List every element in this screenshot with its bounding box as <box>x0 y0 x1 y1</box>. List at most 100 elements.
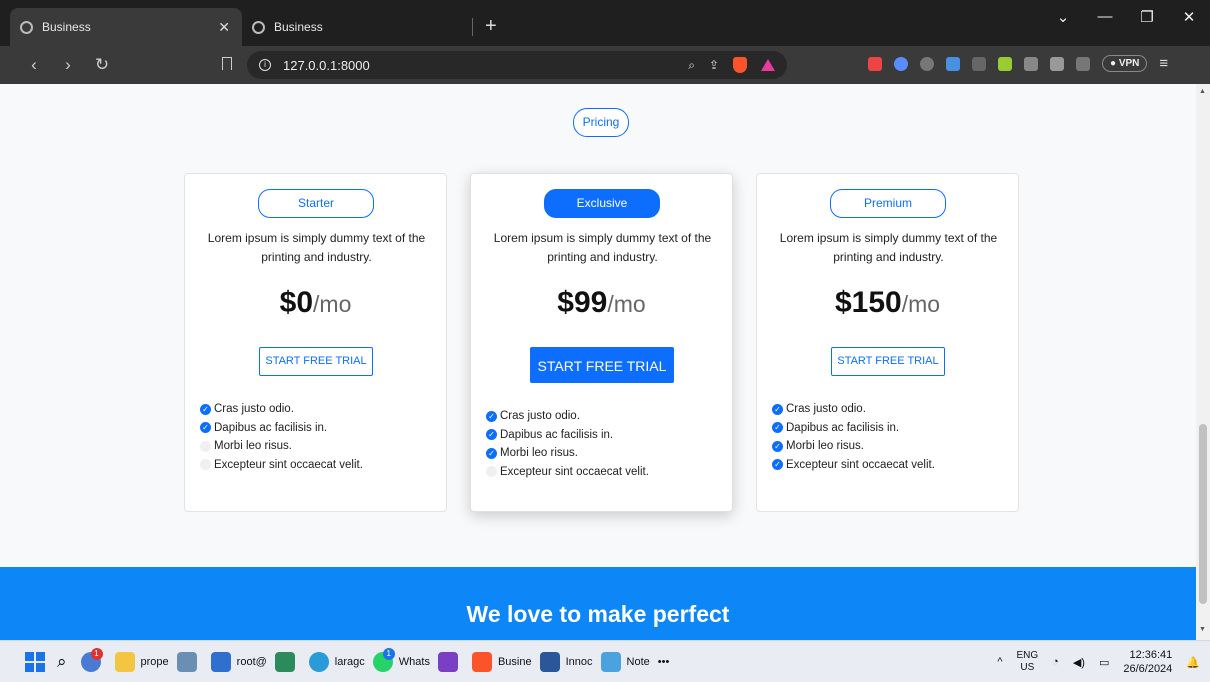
start-trial-button[interactable]: START FREE TRIAL <box>530 347 674 383</box>
extension-icon[interactable] <box>998 56 1012 71</box>
brave-rewards-icon[interactable] <box>761 59 775 71</box>
bookmark-icon[interactable] <box>222 57 232 70</box>
start-trial-button[interactable]: START FREE TRIAL <box>259 347 373 376</box>
taskbar-item-laragon[interactable]: laragc <box>308 651 365 672</box>
restore-button[interactable]: ❐ <box>1126 8 1168 26</box>
sidebar-icon[interactable] <box>1050 56 1064 71</box>
tab-divider <box>472 18 473 36</box>
extension-icon[interactable] <box>946 56 960 71</box>
url-text: 127.0.0.1:8000 <box>283 57 370 73</box>
vpn-label: VPN <box>1118 58 1140 69</box>
notification-badge: 1 <box>90 647 103 660</box>
check-circle-icon: ✓ <box>486 410 497 422</box>
zoom-icon[interactable]: ⌕ <box>688 58 695 73</box>
app-icon <box>176 651 197 672</box>
wifi-icon[interactable]: ◔ <box>1052 656 1059 668</box>
extension-icon[interactable] <box>894 56 908 71</box>
check-circle-off-icon: ✓ <box>486 466 497 478</box>
feature-item: ✓Morbi leo risus. <box>200 437 363 456</box>
word-icon <box>539 651 560 672</box>
language-indicator[interactable]: ENG US <box>1017 650 1039 674</box>
back-button[interactable]: ‹ <box>22 55 46 75</box>
plan-name: Exclusive <box>544 189 660 218</box>
brave-shields-icon[interactable] <box>733 57 747 73</box>
more-dots: ••• <box>657 655 670 668</box>
feature-item: ✓Morbi leo risus. <box>486 444 649 463</box>
search-icon[interactable]: ⌕ <box>57 652 67 672</box>
site-info-icon[interactable]: i <box>259 59 271 71</box>
taskbar-item-explorer[interactable]: prope <box>114 651 169 672</box>
feature-list: ✓ Cras justo odio. ✓ Dapibus ac facilisis … <box>772 400 935 474</box>
feature-item: ✓ Cras justo odio. <box>200 400 363 419</box>
scroll-up-arrow-icon[interactable]: ▲ <box>1199 88 1206 95</box>
taskbar-item-word[interactable]: Innoc <box>539 651 593 672</box>
wallet-icon[interactable] <box>1076 56 1090 71</box>
volume-icon[interactable]: ◀) <box>1073 656 1085 669</box>
taskbar-item-brave[interactable]: Busine <box>471 651 532 672</box>
plan-name: Starter <box>258 189 374 218</box>
taskbar-item-terminal[interactable]: root@ <box>210 651 267 672</box>
feature-item: ✓Excepteur sint occaecat velit. <box>772 456 935 475</box>
section-pill: Pricing <box>573 108 629 137</box>
clock-date: 26/6/2024 <box>1123 663 1173 675</box>
check-circle-icon: ✓ <box>486 429 497 441</box>
check-circle-icon: ✓ <box>772 440 783 452</box>
menu-icon[interactable]: ≡ <box>1159 55 1168 72</box>
close-window-button[interactable]: ✕ <box>1168 8 1210 26</box>
taskbar-more-button[interactable]: ••• <box>658 656 670 668</box>
windows-start-icon[interactable] <box>25 651 45 672</box>
taskbar-item-vs[interactable] <box>437 651 464 672</box>
extension-icon[interactable] <box>868 56 882 71</box>
start-trial-button[interactable]: START FREE TRIAL <box>831 347 945 376</box>
pricing-card-premium: Premium Lorem ipsum is simply dummy text… <box>756 173 1019 512</box>
address-bar[interactable]: i 127.0.0.1:8000 ⌕ ⇪ <box>247 51 787 79</box>
vpn-button[interactable]: ● VPN <box>1102 55 1148 72</box>
taskbar-item-notepad[interactable]: Note <box>600 651 650 672</box>
tab-business[interactable]: Business <box>242 8 472 46</box>
lang-code: ENG <box>1016 650 1039 661</box>
cta-banner: We love to make perfect <box>0 567 1196 640</box>
notification-bell-icon[interactable]: 🔔 <box>1186 656 1200 669</box>
plan-price: $150/mo <box>757 286 1018 320</box>
close-tab-icon[interactable]: ✕ <box>218 19 230 36</box>
taskbar-people[interactable]: 1 <box>80 647 107 672</box>
check-circle-icon: ✓ <box>772 403 783 415</box>
feature-text: Morbi leo risus. <box>214 440 292 453</box>
price-period: /mo <box>313 291 352 317</box>
minimize-button[interactable]: — <box>1084 8 1126 26</box>
check-circle-icon: ✓ <box>772 459 783 471</box>
tray-chevron-icon[interactable]: ^ <box>997 656 1002 668</box>
tab-business-active[interactable]: Business ✕ <box>10 8 242 46</box>
price-period: /mo <box>607 291 646 317</box>
scroll-down-arrow-icon[interactable]: ▼ <box>1199 626 1206 633</box>
feature-item: ✓ Cras justo odio. <box>772 400 935 419</box>
extension-icon[interactable] <box>972 56 986 71</box>
feature-text: Dapibus ac facilisis in. <box>214 421 328 434</box>
plan-description: Lorem ipsum is simply dummy text of the … <box>493 231 712 264</box>
extension-icon[interactable] <box>920 56 934 71</box>
window-controls: ⌄ — ❐ ✕ <box>1042 8 1210 26</box>
taskbar: ⌕ 1 prope root@ laragc 1 Whats Busine Inn… <box>0 640 1210 682</box>
forward-button[interactable]: › <box>56 55 80 75</box>
feature-text: Dapibus ac facilisis in. <box>786 421 900 434</box>
system-tray: ^ ENG US ◔ ◀) ▭ 12:36:41 26/6/2024 🔔 <box>997 641 1200 682</box>
tab-search-chevron-icon[interactable]: ⌄ <box>1042 8 1084 26</box>
battery-icon[interactable]: ▭ <box>1099 656 1109 669</box>
check-circle-icon: ✓ <box>772 422 783 434</box>
brave-icon <box>471 651 492 672</box>
plan-description: Lorem ipsum is simply dummy text of the … <box>779 231 998 264</box>
new-tab-button[interactable]: + <box>485 15 497 38</box>
feature-list: ✓ Cras justo odio. ✓ Dapibus ac facilisis … <box>200 400 363 474</box>
feature-text: Cras justo odio. <box>786 403 866 416</box>
browser-toolbar: ‹ › ↻ i 127.0.0.1:8000 ⌕ ⇪ ● VPN ≡ <box>0 46 1210 84</box>
puzzle-icon[interactable] <box>1024 56 1038 71</box>
taskbar-item-whatsapp[interactable]: 1 Whats <box>372 647 430 672</box>
clock[interactable]: 12:36:41 26/6/2024 <box>1123 648 1172 676</box>
taskbar-item-app[interactable] <box>274 651 301 672</box>
check-circle-icon: ✓ <box>200 422 211 434</box>
share-icon[interactable]: ⇪ <box>709 58 719 72</box>
reload-button[interactable]: ↻ <box>90 55 114 75</box>
vertical-scrollbar[interactable]: ▲ ▼ <box>1196 84 1210 640</box>
scroll-thumb[interactable] <box>1199 424 1207 604</box>
taskbar-item-app[interactable] <box>176 651 203 672</box>
